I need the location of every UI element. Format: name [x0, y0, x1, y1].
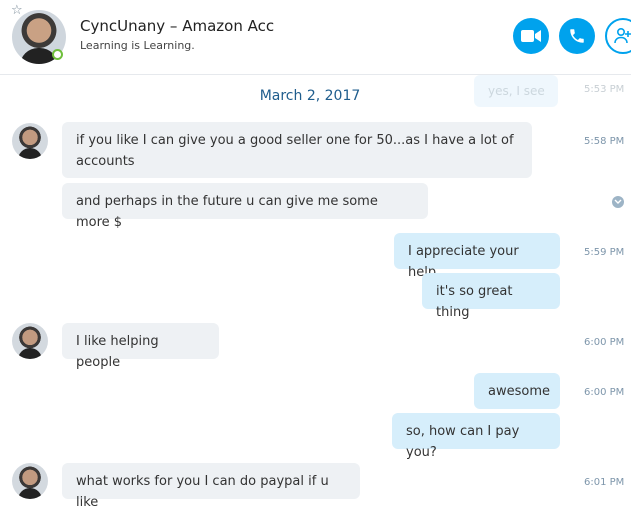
message-timestamp: 5:59 PM [584, 247, 625, 258]
audio-call-button[interactable] [559, 18, 595, 54]
conversation-pane: yes, I see 5:53 PM March 2, 2017 if you … [0, 75, 631, 510]
video-camera-icon [521, 30, 541, 42]
contact-mood-message: Learning is Learning. [80, 39, 195, 52]
sender-avatar[interactable] [12, 323, 48, 359]
scroll-to-bottom-icon[interactable] [612, 196, 624, 208]
chat-header: ☆ CyncUnany – Amazon Acc Learning is Lea… [0, 0, 631, 75]
add-person-button[interactable] [605, 18, 631, 54]
sender-avatar[interactable] [12, 123, 48, 159]
outgoing-message[interactable]: it's so great thing [422, 273, 560, 320]
incoming-message[interactable]: I like helping people [62, 323, 219, 370]
presence-online-icon [52, 49, 63, 60]
message-timestamp: 6:01 PM [584, 477, 625, 488]
message-timestamp: 6:00 PM [584, 337, 625, 348]
outgoing-message[interactable]: I appreciate your help [394, 233, 560, 280]
date-separator: March 2, 2017 [259, 88, 361, 104]
message-timestamp: 5:58 PM [584, 136, 625, 147]
add-person-icon [614, 27, 631, 44]
sender-avatar[interactable] [12, 463, 48, 499]
incoming-message[interactable]: and perhaps in the future u can give me … [62, 183, 428, 230]
incoming-message[interactable]: if you like I can give you a good seller… [62, 122, 532, 178]
outgoing-message[interactable]: so, how can I pay you? [392, 413, 560, 460]
outgoing-message[interactable]: awesome [474, 373, 560, 409]
message-timestamp: 6:00 PM [584, 387, 625, 398]
incoming-message[interactable]: what works for you I can do paypal if u … [62, 463, 360, 510]
contact-name[interactable]: CyncUnany – Amazon Acc [80, 17, 274, 35]
favorite-star-icon[interactable]: ☆ [11, 4, 23, 17]
phone-icon [570, 29, 584, 43]
video-call-button[interactable] [513, 18, 549, 54]
